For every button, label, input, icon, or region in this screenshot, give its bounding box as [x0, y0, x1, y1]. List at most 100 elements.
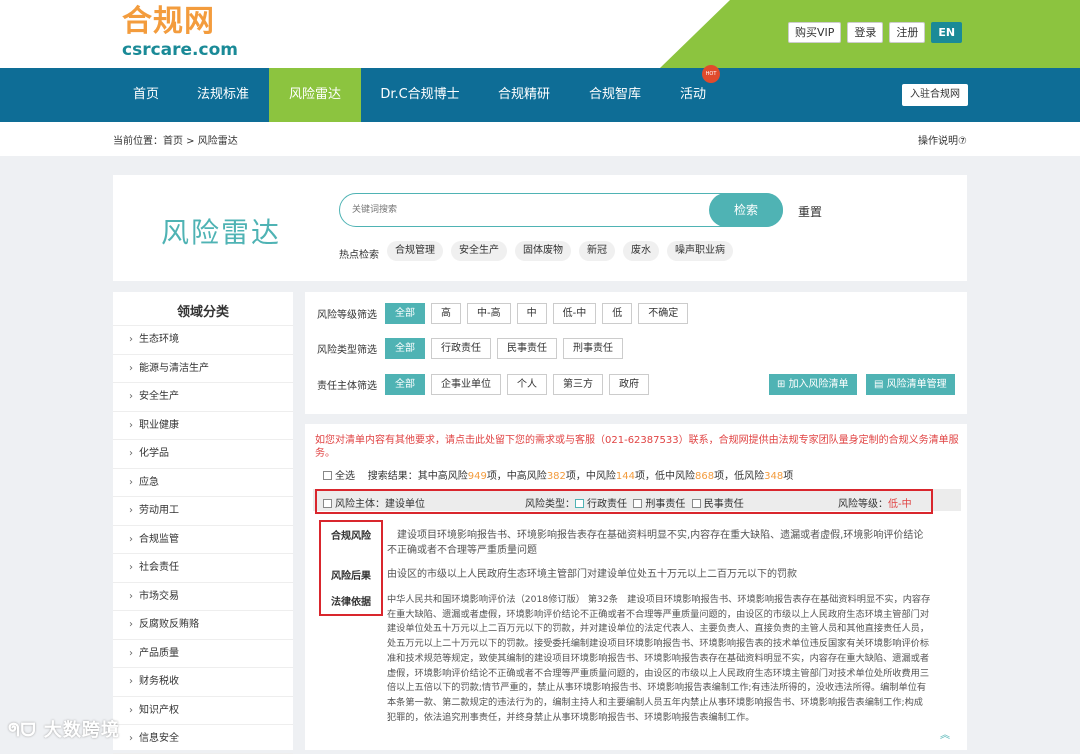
login-button[interactable]: 登录 — [847, 22, 884, 43]
watermark-text: 大数跨境 — [43, 720, 120, 741]
risk-label: 合规风险 — [331, 531, 371, 542]
subject-option[interactable]: 企事业单位 — [431, 374, 501, 395]
sidebar-item-label: 应急 — [139, 476, 159, 488]
hot-tag[interactable]: 废水 — [623, 241, 659, 261]
level-option[interactable]: 不确定 — [638, 303, 689, 324]
stats-text: 项，低风险 — [714, 471, 765, 482]
custom-service-notice[interactable]: 如您对清单内容有其他要求，请点击此处留下您的需求或与客服（021-6238753… — [315, 434, 960, 460]
document-icon: ▤ — [874, 379, 887, 390]
sidebar-item-label: 财务税收 — [139, 676, 179, 687]
watermark: ᖗᗜ 大数跨境 — [8, 716, 120, 742]
sidebar-item-label: 产品质量 — [139, 647, 179, 659]
level-option[interactable]: 全部 — [385, 303, 425, 324]
level-option[interactable]: 中-高 — [467, 303, 511, 324]
nav-dr-c[interactable]: Dr.C合规博士 — [372, 68, 468, 122]
search-button[interactable]: 检索 — [709, 193, 783, 227]
hot-tag[interactable]: 新冠 — [579, 241, 615, 261]
sidebar-item[interactable]: › 信息安全 — [113, 725, 293, 754]
level-filter-label: 风险等级筛选 — [317, 310, 377, 321]
search-input[interactable] — [352, 194, 702, 226]
level-option[interactable]: 中 — [516, 303, 547, 324]
sidebar-item[interactable]: › 市场交易 — [113, 583, 293, 611]
sidebar-item[interactable]: › 生态环境 — [113, 326, 293, 355]
stats-text: 项，中风险 — [565, 471, 616, 482]
sidebar-item-label: 生态环境 — [139, 334, 179, 345]
sidebar-item[interactable]: › 劳动用工 — [113, 497, 293, 526]
subject-option[interactable]: 第三方 — [553, 374, 603, 395]
level-option[interactable]: 低-中 — [552, 303, 597, 324]
basis-text: 中华人民共和国环境影响评价法（2018修订版） 第32条 建设项目环境影响报告书… — [387, 594, 931, 723]
chevron-right-icon: › — [129, 562, 133, 573]
chevron-right-icon: › — [129, 362, 133, 374]
type-option[interactable]: 民事责任 — [497, 338, 557, 359]
nav-events[interactable]: 活动 HOT — [672, 65, 720, 122]
nav-research[interactable]: 合规精研 — [489, 68, 559, 122]
main-nav: 首页 法规标准 风险雷达 Dr.C合规博士 合规精研 合规智库 活动 HOT 入… — [0, 65, 1080, 122]
logo-cn: 合规网 — [122, 4, 215, 39]
scroll-top-icon[interactable]: ︽ — [940, 726, 950, 741]
sidebar-item-label: 信息安全 — [139, 733, 179, 744]
sidebar-item[interactable]: › 化学品 — [113, 440, 293, 469]
add-button-label: 加入风险清单 — [788, 379, 849, 390]
nav-think-tank[interactable]: 合规智库 — [580, 68, 650, 122]
subject-option[interactable]: 政府 — [609, 374, 649, 395]
type-option[interactable]: 刑事责任 — [563, 338, 623, 359]
chevron-right-icon: › — [129, 676, 133, 687]
logo-en: csrcare.com — [122, 40, 238, 60]
sidebar-item[interactable]: › 职业健康 — [113, 412, 293, 440]
stats-text: 项 — [783, 471, 794, 482]
nav-home[interactable]: 首页 — [114, 68, 178, 122]
chevron-right-icon: › — [129, 647, 133, 659]
sidebar-item[interactable]: › 知识产权 — [113, 697, 293, 725]
hot-tag[interactable]: 噪声职业病 — [667, 241, 733, 261]
buy-vip-button[interactable]: 购买VIP — [788, 22, 842, 43]
type-option[interactable]: 全部 — [385, 338, 425, 359]
nav-regulations[interactable]: 法规标准 — [186, 68, 260, 122]
sidebar-item-label: 安全生产 — [139, 391, 179, 402]
chevron-right-icon: › — [129, 448, 133, 459]
chevron-right-icon: › — [129, 704, 133, 716]
join-button[interactable]: 入驻合规网 — [902, 84, 968, 106]
sidebar-item[interactable]: › 反腐败反贿赂 — [113, 611, 293, 640]
sidebar-item[interactable]: › 应急 — [113, 469, 293, 497]
sidebar-item[interactable]: › 合规监管 — [113, 526, 293, 554]
level-option[interactable]: 低 — [602, 303, 633, 324]
sidebar-item[interactable]: › 产品质量 — [113, 640, 293, 668]
subject-option[interactable]: 全部 — [385, 374, 425, 395]
stat-count: 382 — [546, 471, 566, 482]
basis-label: 法律依据 — [331, 597, 371, 608]
risk-text: 建设项目环境影响报告书、环境影响报告表存在基础资料明显不实,内容存在重大缺陷、遗… — [387, 530, 924, 556]
register-button[interactable]: 注册 — [889, 22, 926, 43]
chevron-right-icon: › — [129, 590, 133, 602]
select-all-label: 全选 — [335, 471, 355, 482]
stats-text: 项，低中风险 — [635, 471, 695, 482]
language-en-button[interactable]: EN — [931, 22, 963, 43]
hot-tag[interactable]: 安全生产 — [451, 241, 507, 261]
sidebar-item[interactable]: › 安全生产 — [113, 383, 293, 412]
chevron-right-icon: › — [129, 619, 133, 630]
breadcrumb-bar: 当前位置：首页 > 风险雷达 操作说明⑦ — [0, 122, 1080, 156]
sidebar-item-label: 市场交易 — [139, 590, 179, 602]
sidebar-item[interactable]: › 社会责任 — [113, 554, 293, 583]
chevron-right-icon: › — [129, 505, 133, 516]
sidebar-item[interactable]: › 能源与清洁生产 — [113, 355, 293, 383]
hot-tag[interactable]: 合规管理 — [387, 241, 443, 261]
type-option[interactable]: 行政责任 — [431, 338, 491, 359]
subject-option[interactable]: 个人 — [507, 374, 547, 395]
level-option[interactable]: 高 — [431, 303, 461, 324]
nav-risk-radar[interactable]: 风险雷达 — [269, 68, 361, 122]
plus-icon: ⊞ — [777, 379, 789, 390]
hot-tag[interactable]: 固体废物 — [515, 241, 571, 261]
sidebar-item[interactable]: › 财务税收 — [113, 668, 293, 697]
stat-count: 949 — [467, 471, 487, 482]
results-panel: 如您对清单内容有其他要求，请点击此处留下您的需求或与客服（021-6238753… — [305, 424, 967, 750]
breadcrumb[interactable]: 当前位置：首页 > 风险雷达 — [113, 132, 238, 147]
select-all-checkbox[interactable] — [323, 471, 332, 480]
risk-list-manage-button[interactable]: ▤ 风险清单管理 — [866, 374, 955, 395]
chevron-right-icon: › — [129, 533, 133, 545]
site-logo[interactable]: 合规网 csrcare.com — [122, 4, 238, 60]
reset-button[interactable]: 重置 — [798, 203, 822, 220]
sidebar-item-label: 反腐败反贿赂 — [139, 619, 199, 630]
help-link[interactable]: 操作说明⑦ — [918, 132, 967, 147]
add-to-risk-list-button[interactable]: ⊞ 加入风险清单 — [769, 374, 857, 395]
